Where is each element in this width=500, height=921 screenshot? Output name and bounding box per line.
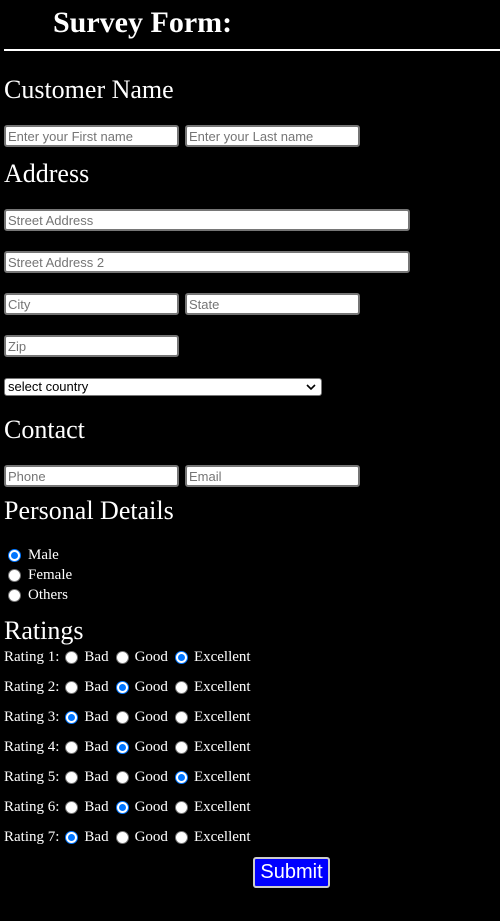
country-select[interactable]: select country bbox=[4, 378, 322, 396]
rating-good-radio[interactable] bbox=[115, 740, 129, 754]
rating-option-label: Bad bbox=[84, 799, 109, 815]
rating-option-label: Good bbox=[134, 679, 168, 695]
page-title: Survey Form: bbox=[53, 6, 233, 39]
rating-row: Rating 7: Bad Good Excellent bbox=[4, 828, 258, 846]
gender-others-radio[interactable] bbox=[8, 588, 21, 602]
gender-option-others[interactable]: Others bbox=[8, 586, 68, 604]
address-heading: Address bbox=[4, 159, 90, 188]
rating-option-label: Bad bbox=[84, 679, 109, 695]
rating-label: Rating 1: bbox=[4, 649, 60, 665]
rating-option-label: Good bbox=[134, 649, 168, 665]
first-name-input[interactable] bbox=[4, 125, 179, 147]
rating-row: Rating 5: Bad Good Excellent bbox=[4, 768, 258, 786]
rating-option-label: Bad bbox=[84, 649, 109, 665]
rating-option-label: Excellent bbox=[193, 679, 251, 695]
rating-excellent-radio[interactable] bbox=[174, 800, 188, 814]
survey-page: Survey Form: Customer Name Address selec… bbox=[0, 0, 500, 921]
chevron-down-icon bbox=[303, 379, 319, 395]
rating-bad-radio[interactable] bbox=[65, 710, 79, 724]
gender-male-radio[interactable] bbox=[8, 548, 21, 562]
rating-label: Rating 2: bbox=[4, 679, 60, 695]
rating-bad-radio[interactable] bbox=[65, 770, 79, 784]
contact-heading: Contact bbox=[4, 415, 85, 444]
rating-excellent-radio[interactable] bbox=[174, 680, 188, 694]
rating-excellent-radio[interactable] bbox=[174, 830, 188, 844]
rating-good-radio[interactable] bbox=[115, 680, 129, 694]
rating-row: Rating 2: Bad Good Excellent bbox=[4, 678, 258, 696]
rating-option-label: Excellent bbox=[193, 739, 251, 755]
gender-option-male[interactable]: Male bbox=[8, 546, 59, 564]
country-select-value: select country bbox=[8, 379, 89, 394]
rating-option-label: Bad bbox=[84, 829, 109, 845]
rating-label: Rating 3: bbox=[4, 709, 60, 725]
rating-label: Rating 4: bbox=[4, 739, 60, 755]
rating-row: Rating 4: Bad Good Excellent bbox=[4, 738, 258, 756]
rating-bad-radio[interactable] bbox=[65, 800, 79, 814]
rating-good-radio[interactable] bbox=[115, 830, 129, 844]
rating-good-radio[interactable] bbox=[115, 800, 129, 814]
rating-row: Rating 3: Bad Good Excellent bbox=[4, 708, 258, 726]
rating-bad-radio[interactable] bbox=[65, 650, 79, 664]
state-input[interactable] bbox=[185, 293, 360, 315]
gender-option-label: Female bbox=[28, 567, 73, 583]
gender-female-radio[interactable] bbox=[8, 568, 21, 582]
rating-excellent-radio[interactable] bbox=[174, 740, 188, 754]
rating-excellent-radio[interactable] bbox=[174, 710, 188, 724]
rating-option-label: Good bbox=[134, 799, 168, 815]
email-input[interactable] bbox=[185, 465, 360, 487]
rating-option-label: Good bbox=[134, 709, 168, 725]
rating-option-label: Good bbox=[134, 769, 168, 785]
customer-name-heading: Customer Name bbox=[4, 75, 174, 104]
rating-option-label: Good bbox=[134, 739, 168, 755]
rating-label: Rating 5: bbox=[4, 769, 60, 785]
phone-input[interactable] bbox=[4, 465, 179, 487]
rating-excellent-radio[interactable] bbox=[174, 770, 188, 784]
rating-option-label: Good bbox=[134, 829, 168, 845]
rating-good-radio[interactable] bbox=[115, 710, 129, 724]
city-input[interactable] bbox=[4, 293, 179, 315]
submit-button[interactable]: Submit bbox=[253, 857, 330, 888]
gender-option-label: Male bbox=[28, 547, 59, 563]
rating-option-label: Excellent bbox=[193, 709, 251, 725]
gender-option-female[interactable]: Female bbox=[8, 566, 72, 584]
rating-label: Rating 7: bbox=[4, 829, 60, 845]
rating-good-radio[interactable] bbox=[115, 650, 129, 664]
rating-option-label: Excellent bbox=[193, 799, 251, 815]
zip-input[interactable] bbox=[4, 335, 179, 357]
rating-option-label: Excellent bbox=[193, 829, 251, 845]
rating-option-label: Bad bbox=[84, 709, 109, 725]
rating-option-label: Excellent bbox=[193, 769, 251, 785]
rating-option-label: Bad bbox=[84, 739, 109, 755]
rating-label: Rating 6: bbox=[4, 799, 60, 815]
rating-option-label: Excellent bbox=[193, 649, 251, 665]
rating-bad-radio[interactable] bbox=[65, 680, 79, 694]
rating-excellent-radio[interactable] bbox=[174, 650, 188, 664]
rating-option-label: Bad bbox=[84, 769, 109, 785]
title-divider bbox=[4, 49, 500, 51]
rating-good-radio[interactable] bbox=[115, 770, 129, 784]
gender-option-label: Others bbox=[28, 587, 68, 603]
rating-row: Rating 6: Bad Good Excellent bbox=[4, 798, 258, 816]
ratings-heading: Ratings bbox=[4, 616, 84, 645]
street-address-2-input[interactable] bbox=[4, 251, 410, 273]
last-name-input[interactable] bbox=[185, 125, 360, 147]
rating-bad-radio[interactable] bbox=[65, 830, 79, 844]
street-address-input[interactable] bbox=[4, 209, 410, 231]
personal-details-heading: Personal Details bbox=[4, 496, 174, 525]
rating-row: Rating 1: Bad Good Excellent bbox=[4, 648, 258, 666]
rating-bad-radio[interactable] bbox=[65, 740, 79, 754]
